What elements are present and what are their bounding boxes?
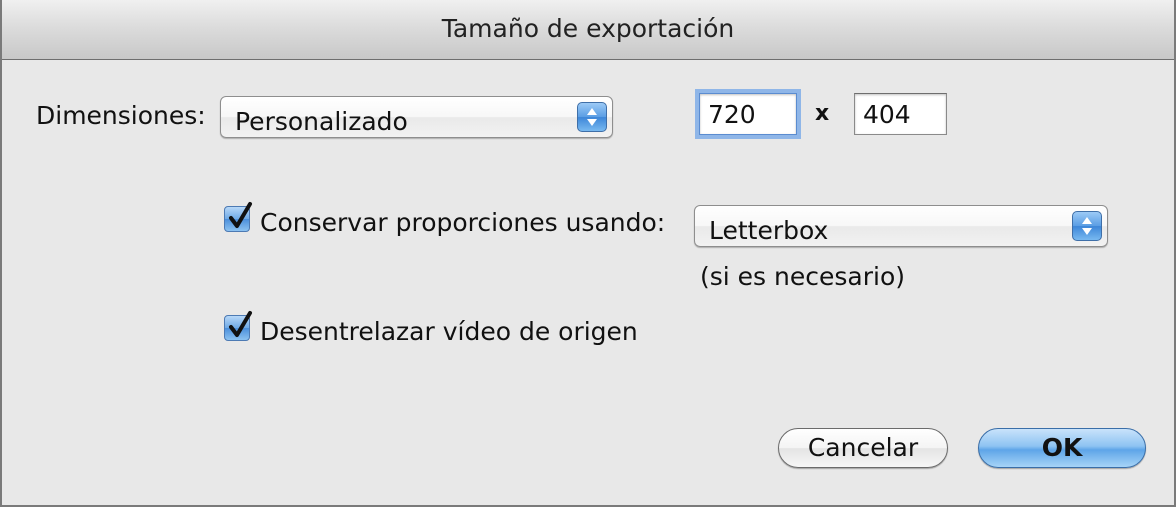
title-bar[interactable]: Tamaño de exportación: [2, 0, 1174, 60]
preserve-aspect-label[interactable]: Conservar proporciones usando:: [260, 208, 665, 237]
deinterlace-label[interactable]: Desentrelazar vídeo de origen: [260, 317, 638, 346]
preserve-aspect-checkbox[interactable]: [224, 202, 252, 232]
deinterlace-checkbox[interactable]: [224, 311, 252, 341]
popup-arrows-icon: [1072, 211, 1102, 241]
export-size-dialog: Tamaño de exportación Dimensiones: Perso…: [0, 0, 1176, 507]
ok-button[interactable]: OK: [978, 428, 1146, 468]
times-symbol: x: [815, 101, 830, 126]
width-input[interactable]: [699, 93, 797, 135]
aspect-note: (si es necesario): [700, 262, 905, 291]
aspect-method-popup[interactable]: Letterbox: [694, 205, 1108, 247]
cancel-button[interactable]: Cancelar: [778, 428, 948, 468]
dimensions-popup[interactable]: Personalizado: [220, 96, 613, 138]
aspect-method-popup-value: Letterbox: [709, 216, 829, 245]
dimensions-label: Dimensiones:: [36, 101, 206, 130]
dimensions-popup-value: Personalizado: [235, 107, 408, 136]
dialog-title: Tamaño de exportación: [441, 14, 735, 43]
checkmark-icon: [229, 311, 252, 337]
checkmark-icon: [229, 202, 252, 228]
height-input[interactable]: [854, 93, 947, 135]
popup-arrows-icon: [577, 102, 607, 132]
